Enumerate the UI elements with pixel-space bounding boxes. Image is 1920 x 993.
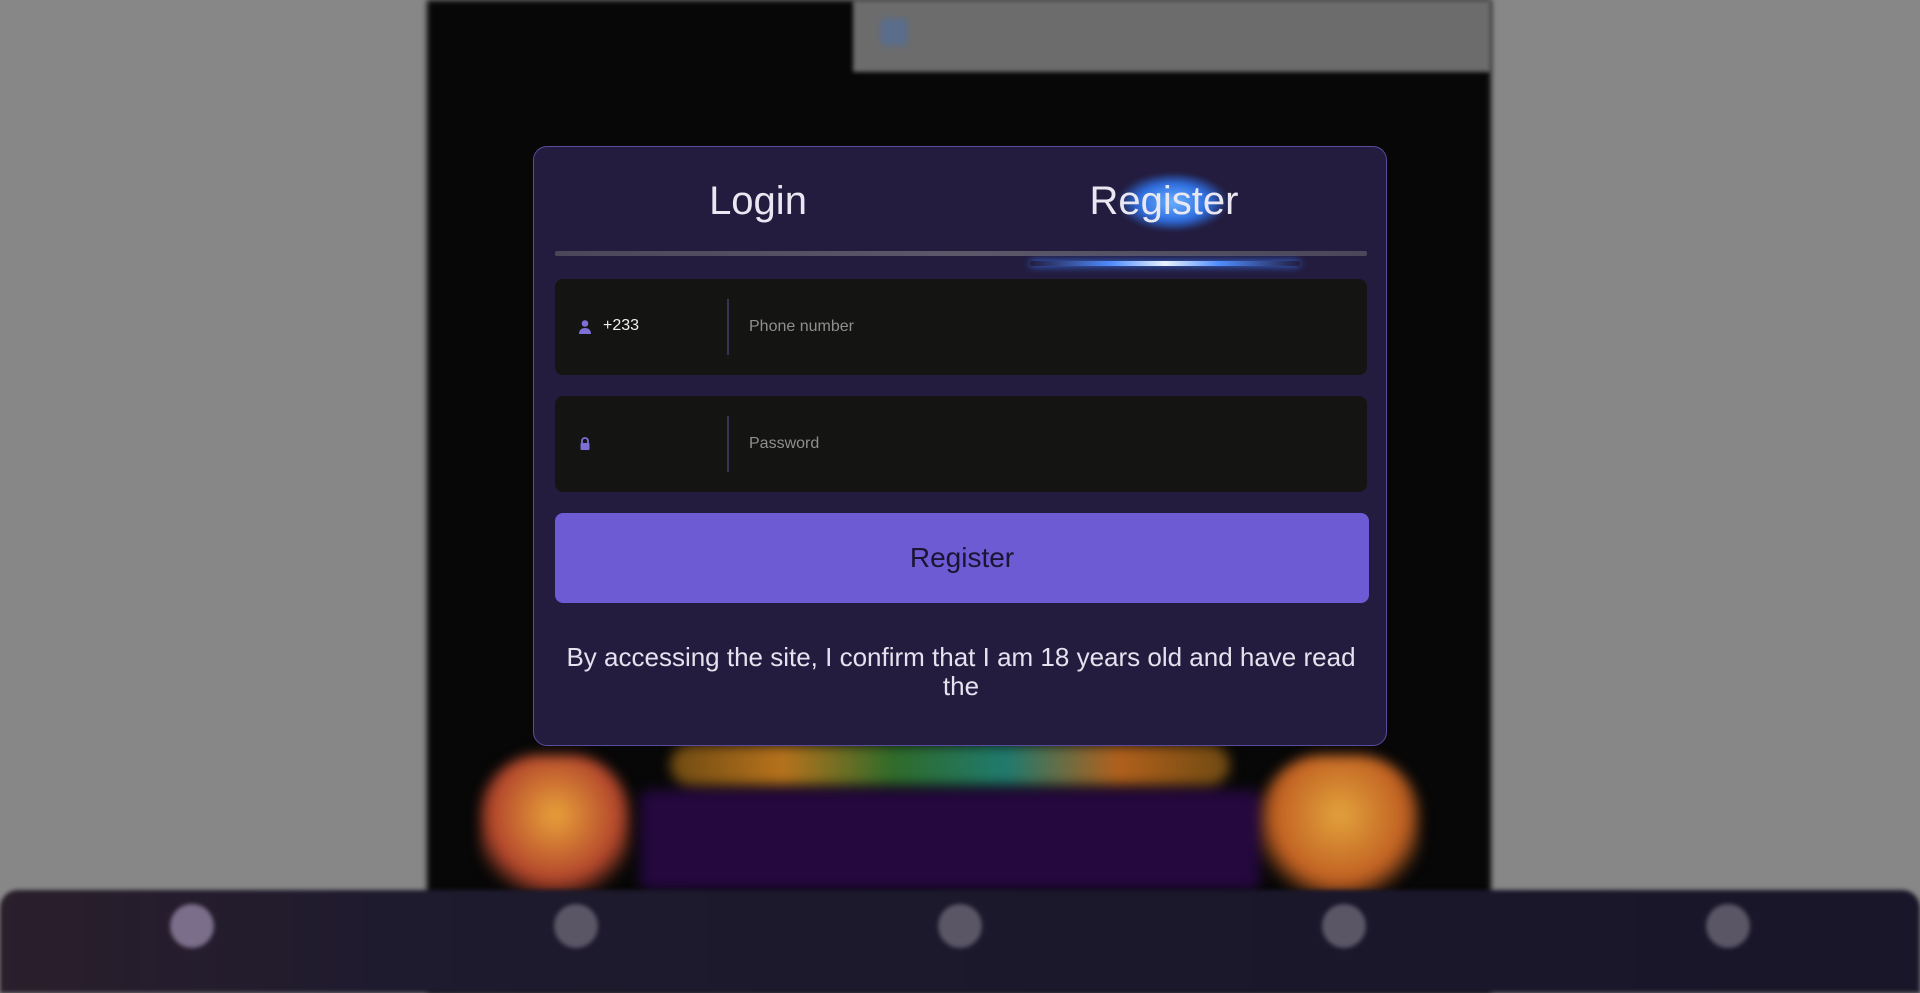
lock-icon [580,437,590,450]
age-consent-notice: By accessing the site, I confirm that I … [566,642,1356,701]
nav-item-deposit[interactable] [890,890,1030,993]
register-button[interactable]: Register [555,513,1369,603]
banner-strip [670,745,1230,785]
nav-item-promotions[interactable] [506,890,646,993]
banner-character-right [1260,755,1420,905]
active-tab-indicator [1030,261,1300,266]
background-top-bar [853,0,1491,72]
rewards-icon [1322,904,1366,948]
promotions-icon [554,904,598,948]
nav-item-rewards[interactable] [1274,890,1414,993]
background-game-banner [470,735,1430,905]
phone-field: +233 [555,279,1367,375]
field-divider [727,299,729,355]
banner-panel [640,790,1260,890]
tab-register[interactable]: Register [961,171,1367,231]
bottom-nav [0,890,1920,993]
deposit-icon [938,904,982,948]
tab-track [555,251,1367,256]
tab-login-label: Login [709,179,807,223]
phone-number-input[interactable] [749,299,1349,355]
field-divider [727,416,729,472]
auth-tabs: Login Register [555,171,1367,231]
banner-character-left [480,755,630,905]
auth-modal: Login Register +233 Re [533,146,1387,746]
country-code[interactable]: +233 [603,317,639,335]
user-icon [579,320,591,334]
home-icon [170,904,214,948]
password-input[interactable] [749,416,1349,472]
password-field [555,396,1367,492]
account-icon [1706,904,1750,948]
tab-login[interactable]: Login [555,171,961,231]
nav-item-account[interactable] [1658,890,1798,993]
screen: Login Register +233 Re [0,0,1920,993]
background-bar-icon [880,18,908,46]
tab-register-label: Register [1089,179,1239,223]
nav-item-home[interactable] [122,890,262,993]
